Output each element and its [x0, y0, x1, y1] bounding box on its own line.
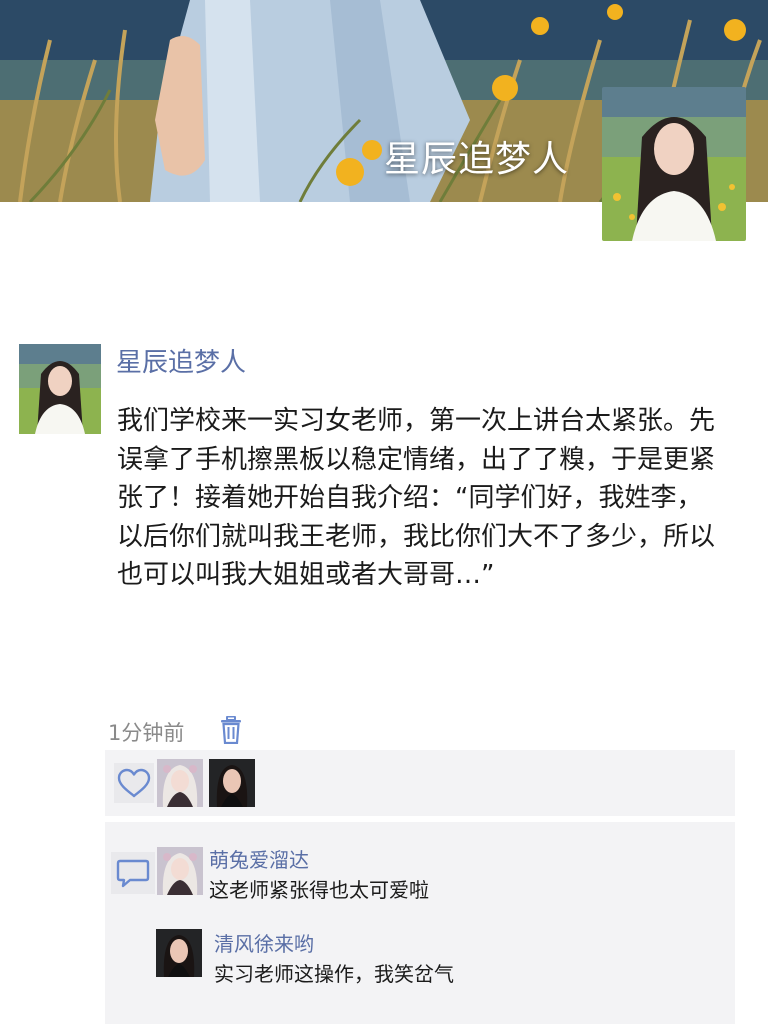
comment-text: 实习老师这操作，我笑岔气 [214, 962, 454, 986]
commenter-avatar[interactable] [157, 847, 203, 895]
post-author-name[interactable]: 星辰追梦人 [116, 342, 246, 379]
user-avatar-icon [156, 929, 202, 977]
cover-username: 星辰追梦人 [384, 139, 570, 180]
comments-panel: 萌兔爱溜达 这老师紧张得也太可爱啦 清风徐来哟 实习老师这操作，我笑岔气 [105, 822, 735, 1024]
user-avatar-icon [157, 847, 203, 895]
profile-photo-icon [602, 87, 746, 241]
comment-text: 这老师紧张得也太可爱啦 [209, 878, 429, 902]
like-user-avatar[interactable] [157, 759, 203, 807]
trash-icon[interactable] [220, 715, 242, 745]
commenter-name[interactable]: 萌兔爱溜达 [209, 844, 309, 873]
comment-icon[interactable] [111, 852, 155, 894]
user-avatar-icon [209, 759, 255, 807]
profile-avatar[interactable] [602, 87, 746, 241]
user-avatar-icon [157, 759, 203, 807]
post-author-avatar[interactable] [19, 344, 101, 434]
panel-divider [105, 818, 735, 820]
commenter-avatar[interactable] [156, 929, 202, 977]
post-body-text: 我们学校来一实习女老师，第一次上讲台太紧张。先误拿了手机擦黑板以稳定情绪，出了了… [117, 406, 716, 590]
like-user-avatar[interactable] [209, 759, 255, 807]
author-photo-icon [19, 344, 101, 434]
post-timestamp: 1分钟前 [108, 721, 185, 745]
heart-icon[interactable] [114, 763, 154, 803]
likes-panel [105, 750, 735, 816]
commenter-name[interactable]: 清风徐来哟 [214, 928, 314, 957]
